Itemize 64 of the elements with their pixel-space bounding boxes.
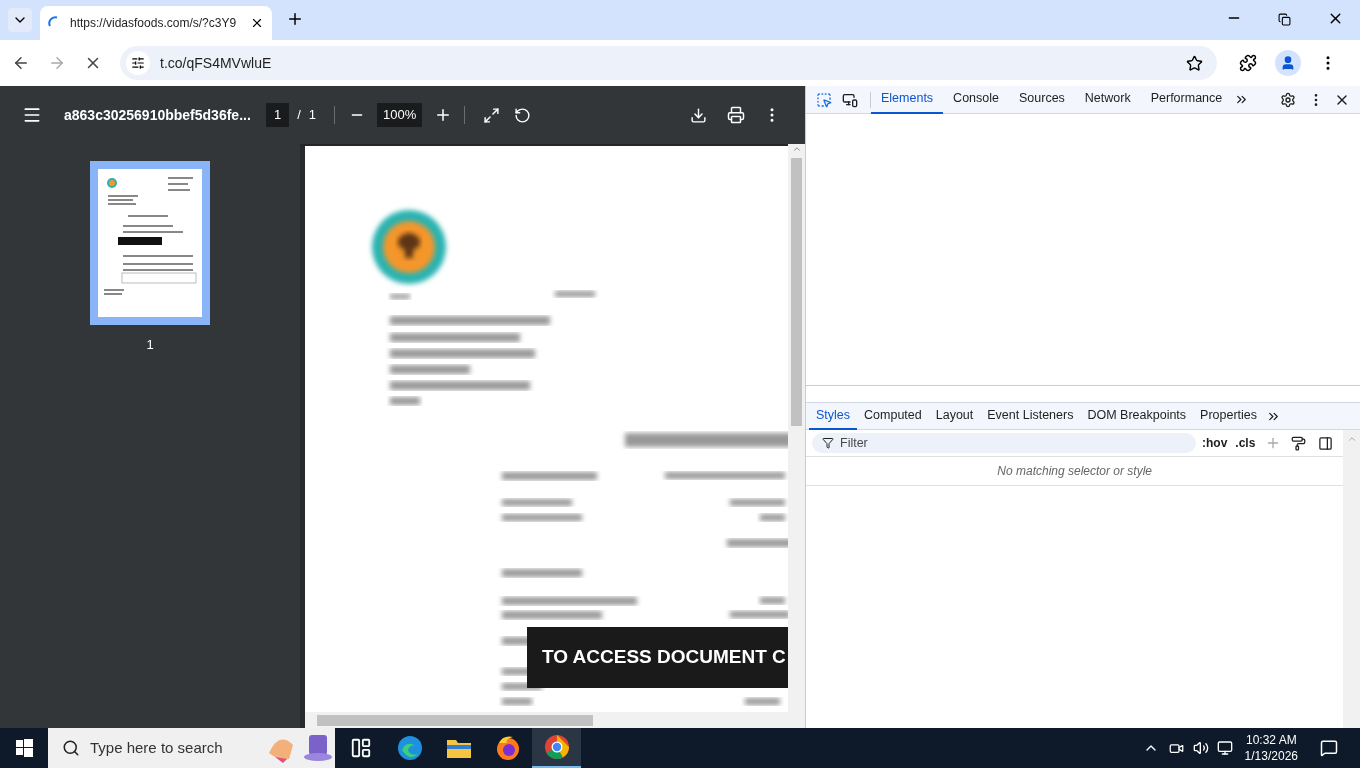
devtools-tab[interactable]: Console	[943, 85, 1009, 114]
close-tab-icon[interactable]	[250, 16, 264, 30]
url-text: t.co/qFS4MVwluE	[160, 53, 273, 73]
back-icon[interactable]	[12, 54, 30, 72]
tab-search-button[interactable]	[8, 8, 32, 32]
download-icon[interactable]	[690, 106, 707, 124]
styles-tab[interactable]: Event Listeners	[980, 402, 1081, 430]
time-text: 10:32 AM	[1245, 732, 1297, 748]
page-thumbnail[interactable]	[90, 161, 210, 325]
new-tab-icon[interactable]	[286, 10, 304, 28]
tab-title: https://vidasfoods.com/s/?c3Y9	[70, 15, 238, 32]
devtools-tab[interactable]: Elements	[871, 85, 944, 114]
page-number-field[interactable]: 1	[266, 103, 290, 127]
date-text: 1/13/2026	[1244, 748, 1298, 764]
styles-tab[interactable]: Properties	[1193, 402, 1265, 430]
clock[interactable]: 10:32 AM 1/13/2026	[1244, 732, 1298, 764]
vertical-scrollbar[interactable]	[788, 144, 805, 712]
device-toolbar-icon[interactable]	[842, 91, 858, 108]
fit-page-icon[interactable]	[483, 106, 501, 124]
folder-icon[interactable]	[445, 737, 472, 759]
inspect-icon[interactable]	[816, 91, 832, 108]
taskbar-app-button[interactable]	[532, 728, 581, 768]
profile-icon[interactable]	[1275, 50, 1301, 76]
empty-message: No matching selector or style	[997, 463, 1153, 480]
search-field[interactable]: Type here to search	[48, 728, 335, 768]
styles-tab[interactable]: Computed	[857, 402, 929, 430]
filter-icon	[822, 437, 834, 449]
bookmark-icon[interactable]	[1186, 54, 1203, 72]
task-view-icon[interactable]	[349, 737, 372, 759]
devtools-tab[interactable]: Sources	[1009, 85, 1075, 114]
restore-icon[interactable]	[1278, 13, 1291, 26]
browser-tab[interactable]: https://vidasfoods.com/s/?c3Y9	[40, 6, 272, 40]
volume-icon[interactable]	[1192, 740, 1209, 756]
rotate-icon[interactable]	[514, 106, 532, 124]
site-info-icon[interactable]	[126, 51, 150, 75]
search-icon	[62, 739, 80, 757]
sidebar-menu-icon[interactable]	[22, 105, 42, 125]
styles-tab[interactable]: DOM Breakpoints	[1080, 402, 1194, 430]
hover-state-toggle[interactable]: :hov	[1202, 434, 1228, 452]
fox-globe-icon[interactable]	[494, 735, 521, 761]
wave-globe-icon[interactable]	[396, 735, 423, 761]
devtools-tab[interactable]: Performance	[1140, 85, 1233, 114]
network-icon[interactable]	[1216, 740, 1233, 756]
chrome-icon[interactable]	[543, 734, 570, 760]
extensions-icon[interactable]	[1239, 54, 1257, 72]
overlay-banner[interactable]: TO ACCESS DOCUMENT C	[527, 627, 788, 688]
horizontal-scrollbar[interactable]	[305, 712, 805, 728]
document-title: a863c30256910bbef5d36fe...	[64, 105, 252, 125]
zoom-field[interactable]: 100%	[377, 103, 423, 127]
styles-tab[interactable]: Layout	[928, 402, 981, 430]
page-total: 1	[308, 106, 317, 125]
devtools-tab[interactable]: Network	[1074, 85, 1141, 114]
address-bar[interactable]: t.co/qFS4MVwluE	[120, 46, 1217, 80]
class-toggle[interactable]: .cls	[1235, 434, 1256, 452]
print-icon[interactable]	[727, 106, 745, 124]
styles-tab[interactable]: Styles	[809, 402, 858, 430]
paint-roller-icon[interactable]	[1291, 435, 1307, 451]
filter-field[interactable]: Filter	[812, 433, 1196, 453]
settings-icon[interactable]	[1280, 91, 1297, 108]
thumbnail-label: 1	[146, 336, 154, 354]
page-separator: /	[297, 106, 301, 125]
vertical-scrollbar[interactable]	[1343, 430, 1360, 728]
sidebar-toggle-icon[interactable]	[1318, 435, 1334, 451]
notifications-icon[interactable]	[1320, 739, 1338, 757]
